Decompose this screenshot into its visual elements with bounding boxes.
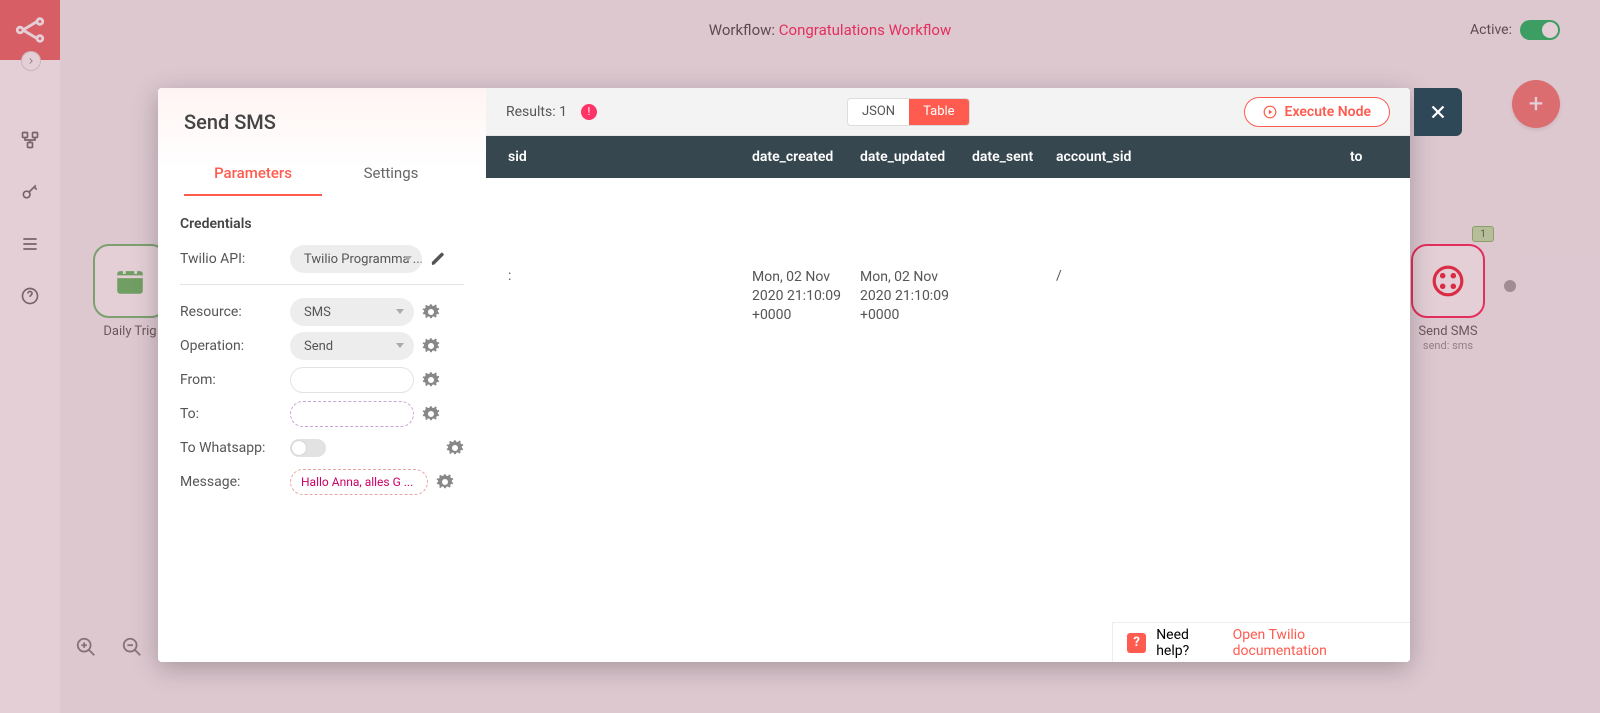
help-text: Need help?	[1156, 627, 1222, 659]
cell-date-sent	[972, 268, 1056, 325]
results-info-icon[interactable]: !	[581, 104, 597, 120]
results-table-row: : Mon, 02 Nov 2020 21:10:09 +0000 Mon, 0…	[486, 178, 1410, 325]
tab-settings[interactable]: Settings	[322, 152, 460, 196]
row-from: From:	[180, 363, 464, 397]
toggle-to-whatsapp[interactable]	[290, 439, 326, 457]
select-operation[interactable]: Send	[290, 332, 414, 360]
results-panel: Results: 1 ! JSON Table Execute Node sid…	[486, 88, 1410, 662]
param-options-icon[interactable]	[446, 439, 464, 457]
cell-to	[1350, 268, 1410, 325]
results-count: Results: 1	[506, 104, 567, 120]
col-to: to	[1350, 149, 1410, 165]
row-message: Message: Hallo Anna, alles G ...	[180, 465, 464, 499]
help-link[interactable]: Open Twilio documentation	[1233, 627, 1396, 659]
node-editor-modal: Send SMS Parameters Settings Credentials…	[158, 88, 1410, 662]
param-options-icon[interactable]	[422, 371, 440, 389]
col-date-updated: date_updated	[860, 149, 972, 165]
col-account-sid: account_sid	[1056, 149, 1350, 165]
help-icon: ?	[1127, 633, 1146, 653]
results-toolbar: Results: 1 ! JSON Table Execute Node	[486, 88, 1410, 136]
row-twilio-api: Twilio API: Twilio Programma ...	[180, 242, 464, 276]
expression-message[interactable]: Hallo Anna, alles G ...	[290, 469, 428, 495]
cell-sid: :	[486, 268, 752, 325]
results-table-head: sid date_created date_updated date_sent …	[486, 136, 1410, 178]
cell-date-created: Mon, 02 Nov 2020 21:10:09 +0000	[752, 268, 860, 325]
help-bar: ? Need help? Open Twilio documentation	[1112, 622, 1410, 662]
execute-node-button[interactable]: Execute Node	[1244, 97, 1390, 127]
col-sid: sid	[486, 149, 752, 165]
section-credentials: Credentials	[180, 216, 464, 232]
row-operation: Operation: Send	[180, 329, 464, 363]
panel-tabs: Parameters Settings	[184, 152, 460, 196]
view-mode-segment: JSON Table	[847, 98, 970, 126]
select-twilio-credential[interactable]: Twilio Programma ...	[290, 245, 422, 273]
input-to[interactable]	[290, 401, 414, 427]
row-to: To:	[180, 397, 464, 431]
tab-parameters[interactable]: Parameters	[184, 152, 322, 196]
label-twilio-api: Twilio API:	[180, 251, 290, 267]
view-json-button[interactable]: JSON	[848, 99, 909, 125]
label-from: From:	[180, 372, 290, 388]
param-options-icon[interactable]	[422, 337, 440, 355]
edit-credential-icon[interactable]	[430, 251, 446, 267]
param-options-icon[interactable]	[422, 405, 440, 423]
view-table-button[interactable]: Table	[909, 99, 968, 125]
label-message: Message:	[180, 474, 290, 490]
col-date-created: date_created	[752, 149, 860, 165]
cell-date-updated: Mon, 02 Nov 2020 21:10:09 +0000	[860, 268, 972, 325]
cell-account-sid: /	[1056, 268, 1350, 325]
node-title: Send SMS	[184, 110, 460, 134]
label-to: To:	[180, 406, 290, 422]
label-operation: Operation:	[180, 338, 290, 354]
row-resource: Resource: SMS	[180, 295, 464, 329]
param-options-icon[interactable]	[436, 473, 454, 491]
row-to-whatsapp: To Whatsapp:	[180, 431, 464, 465]
label-to-whatsapp: To Whatsapp:	[180, 440, 290, 456]
param-options-icon[interactable]	[422, 303, 440, 321]
execute-node-label: Execute Node	[1285, 104, 1371, 120]
col-date-sent: date_sent	[972, 149, 1056, 165]
label-resource: Resource:	[180, 304, 290, 320]
input-from[interactable]	[290, 367, 414, 393]
parameters-panel: Send SMS Parameters Settings Credentials…	[158, 88, 486, 662]
close-modal-button[interactable]	[1414, 88, 1462, 136]
select-resource[interactable]: SMS	[290, 298, 414, 326]
